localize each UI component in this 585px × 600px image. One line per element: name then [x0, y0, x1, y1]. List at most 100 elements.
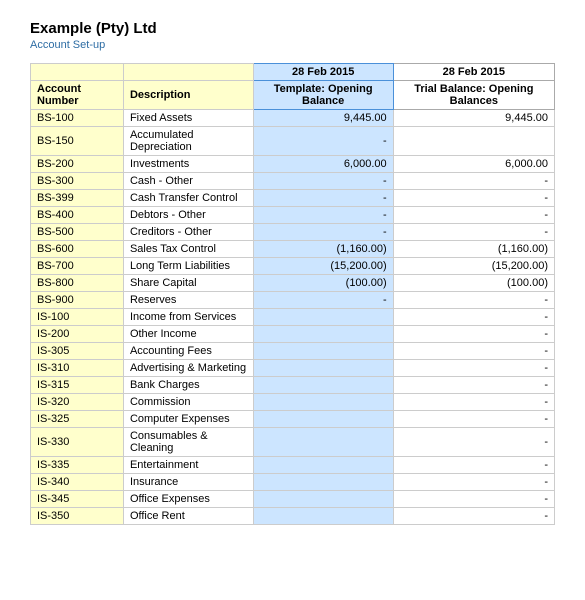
table-row: IS-330Consumables & Cleaning - [31, 428, 555, 457]
template-balance: - [253, 224, 393, 241]
table-row: BS-900Reserves-- [31, 292, 555, 309]
header-row-labels: Account Number Description Template: Ope… [31, 81, 555, 110]
template-balance [253, 309, 393, 326]
account-description: Office Expenses [123, 491, 253, 508]
account-number: BS-600 [31, 241, 124, 258]
table-row: BS-200Investments6,000.006,000.00 [31, 156, 555, 173]
account-number: BS-300 [31, 173, 124, 190]
template-balance: - [253, 127, 393, 156]
template-balance [253, 508, 393, 525]
account-number: IS-320 [31, 394, 124, 411]
trial-balance: (100.00) [393, 275, 554, 292]
account-description: Cash - Other [123, 173, 253, 190]
table-row: BS-150Accumulated Depreciation- [31, 127, 555, 156]
account-description: Consumables & Cleaning [123, 428, 253, 457]
account-description: Commission [123, 394, 253, 411]
template-balance: - [253, 173, 393, 190]
account-number: BS-700 [31, 258, 124, 275]
table-row: IS-350Office Rent- [31, 508, 555, 525]
account-number: IS-315 [31, 377, 124, 394]
table-row: IS-345Office Expenses- [31, 491, 555, 508]
account-description: Reserves [123, 292, 253, 309]
template-balance [253, 474, 393, 491]
table-row: IS-340Insurance - [31, 474, 555, 491]
account-description: Insurance [123, 474, 253, 491]
trial-balance: - [393, 411, 554, 428]
subtitle: Account Set-up [30, 39, 555, 51]
account-number: BS-900 [31, 292, 124, 309]
template-balance: - [253, 190, 393, 207]
account-number: IS-325 [31, 411, 124, 428]
account-number: IS-340 [31, 474, 124, 491]
template-balance [253, 394, 393, 411]
template-balance: 6,000.00 [253, 156, 393, 173]
trial-balance: (1,160.00) [393, 241, 554, 258]
account-description: Sales Tax Control [123, 241, 253, 258]
col1-header: Account Number [31, 81, 124, 110]
trial-balance: 9,445.00 [393, 110, 554, 127]
trial-balance: - [393, 457, 554, 474]
trial-balance: - [393, 428, 554, 457]
account-number: BS-200 [31, 156, 124, 173]
account-description: Debtors - Other [123, 207, 253, 224]
trial-balance: - [393, 207, 554, 224]
template-balance: (100.00) [253, 275, 393, 292]
account-description: Cash Transfer Control [123, 190, 253, 207]
trial-balance: - [393, 377, 554, 394]
account-number: BS-500 [31, 224, 124, 241]
date1-header: 28 Feb 2015 [253, 64, 393, 81]
account-number: BS-400 [31, 207, 124, 224]
table-row: IS-200Other Income- [31, 326, 555, 343]
account-description: Office Rent [123, 508, 253, 525]
trial-balance: - [393, 474, 554, 491]
template-balance: - [253, 207, 393, 224]
account-number: BS-100 [31, 110, 124, 127]
template-balance [253, 377, 393, 394]
account-description: Share Capital [123, 275, 253, 292]
template-balance: 9,445.00 [253, 110, 393, 127]
company-name: Example (Pty) Ltd [30, 20, 555, 37]
account-description: Computer Expenses [123, 411, 253, 428]
template-balance [253, 411, 393, 428]
empty-col1 [31, 64, 124, 81]
account-description: Fixed Assets [123, 110, 253, 127]
account-number: IS-330 [31, 428, 124, 457]
template-balance: - [253, 292, 393, 309]
table-row: IS-315Bank Charges- [31, 377, 555, 394]
account-number: BS-800 [31, 275, 124, 292]
template-balance [253, 491, 393, 508]
account-description: Investments [123, 156, 253, 173]
account-description: Income from Services [123, 309, 253, 326]
trial-balance [393, 127, 554, 156]
template-balance [253, 428, 393, 457]
table-row: BS-100Fixed Assets9,445.009,445.00 [31, 110, 555, 127]
trial-balance: - [393, 508, 554, 525]
table-row: BS-700Long Term Liabilities(15,200.00)(1… [31, 258, 555, 275]
accounts-table: 28 Feb 2015 28 Feb 2015 Account Number D… [30, 63, 555, 525]
account-description: Advertising & Marketing [123, 360, 253, 377]
table-row: IS-310Advertising & Marketing- [31, 360, 555, 377]
trial-balance: - [393, 173, 554, 190]
empty-col2 [123, 64, 253, 81]
template-balance: (1,160.00) [253, 241, 393, 258]
trial-balance: - [393, 343, 554, 360]
account-number: BS-150 [31, 127, 124, 156]
header-row-dates: 28 Feb 2015 28 Feb 2015 [31, 64, 555, 81]
table-row: BS-800Share Capital(100.00)(100.00) [31, 275, 555, 292]
trial-balance: - [393, 309, 554, 326]
table-row: IS-325Computer Expenses - [31, 411, 555, 428]
account-number: IS-335 [31, 457, 124, 474]
template-balance: (15,200.00) [253, 258, 393, 275]
account-description: Entertainment [123, 457, 253, 474]
account-description: Other Income [123, 326, 253, 343]
trial-balance: (15,200.00) [393, 258, 554, 275]
template-balance [253, 326, 393, 343]
col2-header: Description [123, 81, 253, 110]
account-number: BS-399 [31, 190, 124, 207]
trial-balance: - [393, 224, 554, 241]
trial-balance: - [393, 360, 554, 377]
account-description: Accumulated Depreciation [123, 127, 253, 156]
table-row: IS-100Income from Services- [31, 309, 555, 326]
trial-balance: - [393, 190, 554, 207]
template-balance [253, 360, 393, 377]
